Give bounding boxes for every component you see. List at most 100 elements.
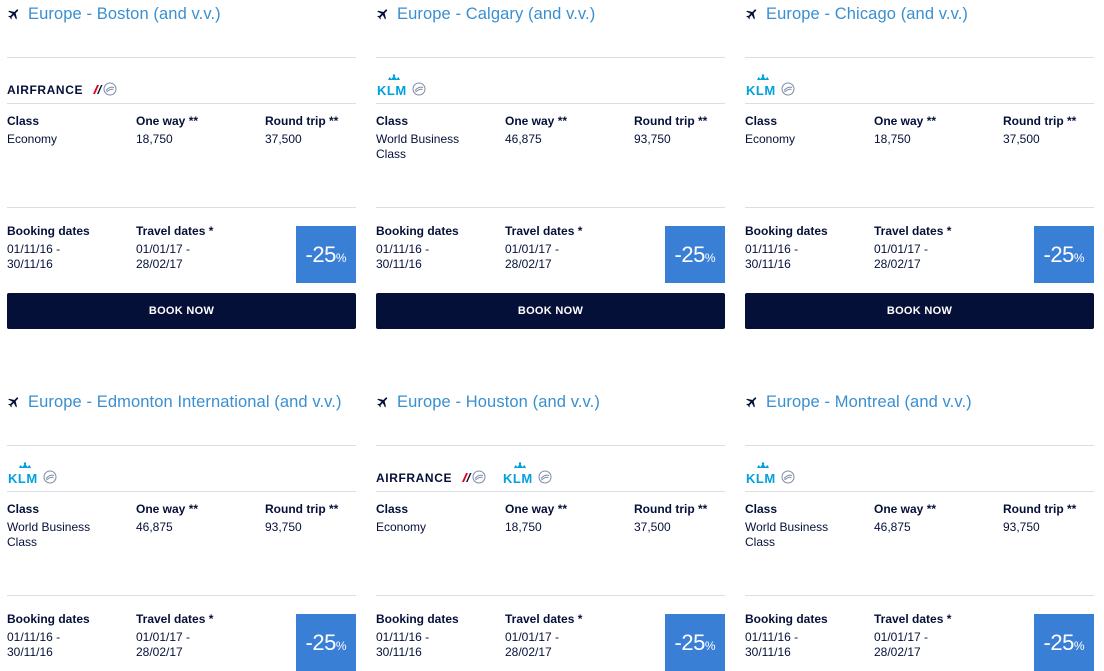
divider: [376, 445, 725, 446]
svg-text:KLM: KLM: [377, 83, 407, 96]
route-name[interactable]: Europe - Edmonton International (and v.v…: [28, 393, 342, 412]
travel-dates-label: Travel dates *: [136, 612, 214, 626]
route-name[interactable]: Europe - Houston (and v.v.): [397, 393, 600, 412]
book-now-button[interactable]: BOOK NOW: [7, 293, 356, 329]
svg-text:AIRFRANCE: AIRFRANCE: [376, 471, 452, 484]
discount-badge: -25%: [1034, 614, 1094, 671]
round-trip-value: 93,750: [634, 132, 671, 146]
route-name[interactable]: Europe - Montreal (and v.v.): [766, 393, 972, 412]
route-name[interactable]: Europe - Chicago (and v.v.): [766, 5, 968, 24]
klm-logo: KLM: [7, 462, 57, 484]
airline-logos: AIRFRANCE: [7, 66, 133, 96]
one-way-label: One way **: [136, 114, 199, 128]
divider: [376, 103, 725, 104]
class-value: World Business Class: [376, 132, 460, 161]
travel-dates-label: Travel dates *: [505, 612, 583, 626]
travel-dates-value: 01/01/17 - 28/02/17: [874, 630, 929, 659]
airline-logos: KLM: [745, 454, 811, 484]
skyteam-icon: [781, 470, 795, 484]
booking-dates-value: 01/11/16 - 30/11/16: [376, 630, 430, 659]
divider: [7, 445, 356, 446]
discount-badge: -25%: [296, 226, 356, 283]
booking-dates-value: 01/11/16 - 30/11/16: [376, 242, 430, 271]
plane-icon: [376, 395, 390, 409]
book-now-button[interactable]: BOOK NOW: [745, 293, 1094, 329]
class-label: Class: [745, 114, 778, 128]
plane-icon: [745, 395, 759, 409]
discount-badge: -25%: [665, 226, 725, 283]
offer-title[interactable]: Europe - Houston (and v.v.): [376, 388, 600, 416]
booking-dates-value: 01/11/16 - 30/11/16: [745, 242, 799, 271]
round-trip-value: 37,500: [634, 520, 671, 534]
booking-dates-label: Booking dates: [7, 224, 90, 238]
class-value: World Business Class: [7, 520, 91, 549]
divider: [7, 207, 356, 208]
class-label: Class: [745, 502, 778, 516]
svg-text:AIRFRANCE: AIRFRANCE: [7, 83, 83, 96]
offer-title[interactable]: Europe - Chicago (and v.v.): [745, 0, 968, 28]
discount-unit: %: [1073, 638, 1085, 653]
round-trip-label: Round trip **: [634, 114, 708, 128]
plane-icon: [7, 395, 21, 409]
booking-dates-label: Booking dates: [376, 612, 459, 626]
travel-dates-label: Travel dates *: [136, 224, 214, 238]
divider: [745, 595, 1094, 596]
discount-unit: %: [335, 250, 347, 265]
discount-number: -25: [674, 629, 706, 655]
airfrance-logo: AIRFRANCE: [376, 470, 486, 484]
route-name[interactable]: Europe - Boston (and v.v.): [28, 5, 221, 24]
discount-number: -25: [674, 241, 706, 267]
travel-dates-value: 01/01/17 - 28/02/17: [505, 630, 560, 659]
discount-number: -25: [1043, 629, 1075, 655]
round-trip-label: Round trip **: [634, 502, 708, 516]
offer-title[interactable]: Europe - Edmonton International (and v.v…: [7, 388, 342, 416]
airline-logos: KLM: [7, 454, 73, 484]
offer-title[interactable]: Europe - Montreal (and v.v.): [745, 388, 972, 416]
one-way-value: 46,875: [136, 520, 173, 534]
divider: [745, 57, 1094, 58]
discount-unit: %: [1073, 250, 1085, 265]
round-trip-label: Round trip **: [1003, 502, 1077, 516]
booking-dates-label: Booking dates: [7, 612, 90, 626]
svg-text:KLM: KLM: [746, 471, 776, 484]
booking-dates-label: Booking dates: [745, 224, 828, 238]
divider: [745, 445, 1094, 446]
airline-logos: AIRFRANCE KLM: [376, 454, 568, 484]
svg-text:KLM: KLM: [503, 471, 533, 484]
skyteam-icon: [781, 82, 795, 96]
klm-logo: KLM: [502, 462, 552, 484]
svg-text:KLM: KLM: [8, 471, 38, 484]
travel-dates-label: Travel dates *: [874, 612, 952, 626]
discount-badge: -25%: [665, 614, 725, 671]
airline-logos: KLM: [376, 66, 442, 96]
divider: [745, 207, 1094, 208]
round-trip-value: 37,500: [265, 132, 302, 146]
divider: [376, 595, 725, 596]
skyteam-icon: [43, 470, 57, 484]
booking-dates-label: Booking dates: [376, 224, 459, 238]
offer-title[interactable]: Europe - Boston (and v.v.): [7, 0, 221, 28]
discount-badge: -25%: [296, 614, 356, 671]
divider: [745, 103, 1094, 104]
skyteam-icon: [538, 470, 552, 484]
one-way-label: One way **: [136, 502, 199, 516]
travel-dates-label: Travel dates *: [874, 224, 952, 238]
route-name[interactable]: Europe - Calgary (and v.v.): [397, 5, 595, 24]
one-way-label: One way **: [874, 114, 937, 128]
offer-title[interactable]: Europe - Calgary (and v.v.): [376, 0, 595, 28]
booking-dates-value: 01/11/16 - 30/11/16: [7, 630, 61, 659]
round-trip-value: 93,750: [265, 520, 302, 534]
one-way-label: One way **: [505, 502, 568, 516]
class-value: Economy: [7, 132, 58, 146]
svg-text:KLM: KLM: [746, 83, 776, 96]
book-now-button[interactable]: BOOK NOW: [376, 293, 725, 329]
round-trip-value: 93,750: [1003, 520, 1040, 534]
skyteam-icon: [103, 82, 117, 96]
divider: [7, 57, 356, 58]
round-trip-value: 37,500: [1003, 132, 1040, 146]
divider: [376, 207, 725, 208]
one-way-value: 18,750: [505, 520, 542, 534]
skyteam-icon: [472, 470, 486, 484]
plane-icon: [376, 7, 390, 21]
travel-dates-value: 01/01/17 - 28/02/17: [505, 242, 560, 271]
